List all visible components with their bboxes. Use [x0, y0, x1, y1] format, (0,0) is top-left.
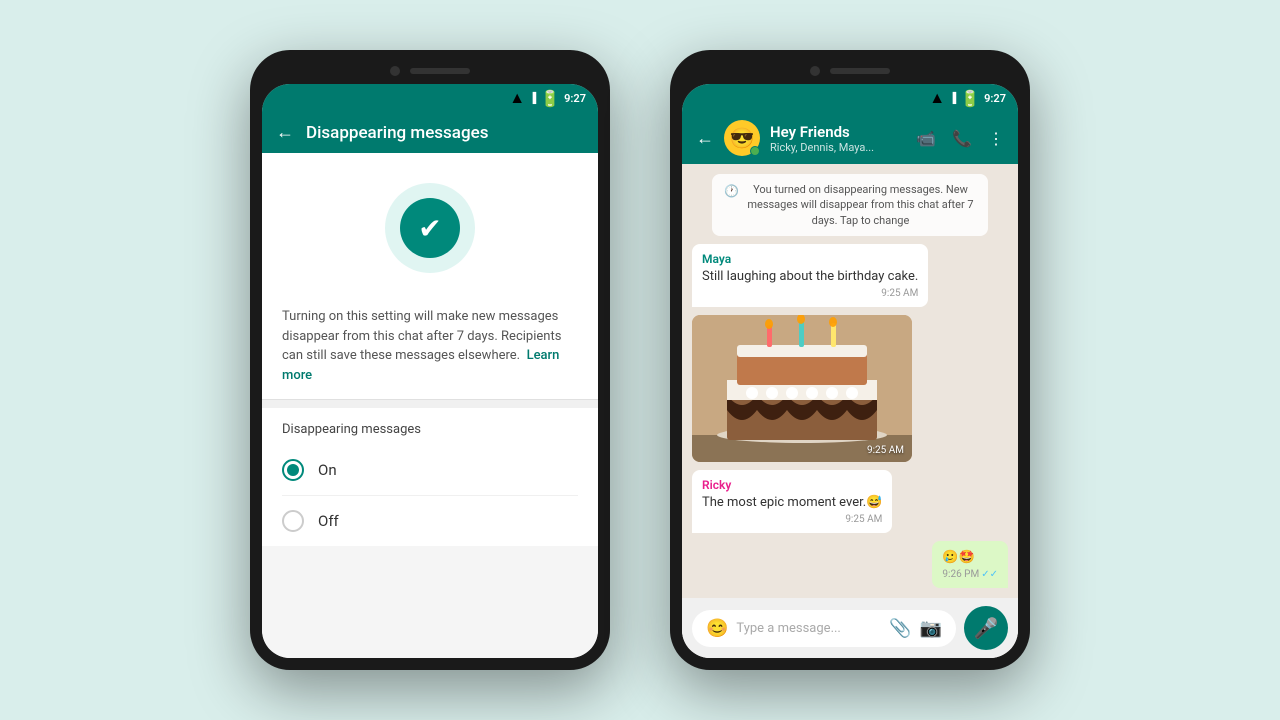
- attach-button[interactable]: 📎: [889, 618, 911, 639]
- radio-off-label: Off: [318, 512, 339, 530]
- phone-camera: [390, 66, 400, 76]
- chat-back-button[interactable]: ←: [696, 128, 714, 149]
- sent-time: 9:26 PM ✓✓: [942, 569, 998, 580]
- chat-toolbar-icons: 📹 📞 ⋮: [916, 129, 1004, 148]
- online-indicator: [750, 146, 760, 156]
- status-time-settings: 9:27: [564, 92, 586, 105]
- read-ticks: ✓✓: [981, 569, 998, 580]
- settings-content: ✔ Turning on this setting will make new …: [262, 153, 598, 658]
- message-time-maya: 9:25 AM: [702, 288, 918, 299]
- radio-on-circle[interactable]: [282, 459, 304, 481]
- chat-input-bar: 😊 Type a message... 📎 📷 🎤: [682, 598, 1018, 658]
- system-message-text: You turned on disappearing messages. New…: [745, 182, 976, 228]
- chat-header: ← 😎 Hey Friends Ricky, Dennis, Maya... 📹…: [682, 112, 1018, 164]
- chat-content: 🕐 You turned on disappearing messages. N…: [682, 164, 1018, 658]
- message-sender-maya: Maya: [702, 252, 918, 266]
- status-bar-chat: ▲ ▐ 🔋 9:27: [682, 84, 1018, 112]
- more-options-icon[interactable]: ⋮: [988, 129, 1004, 148]
- camera-button[interactable]: 📷: [920, 618, 942, 639]
- system-message[interactable]: 🕐 You turned on disappearing messages. N…: [712, 174, 988, 236]
- mic-icon: 🎤: [974, 616, 999, 640]
- cake-svg: [692, 315, 912, 461]
- cake-image: [692, 315, 912, 461]
- phone-top-bar-chat: [682, 62, 1018, 84]
- status-bar-settings: ▲ ▐ 🔋 9:27: [262, 84, 598, 112]
- message-maya: Maya Still laughing about the birthday c…: [692, 244, 928, 307]
- signal-icon-chat: ▐: [949, 93, 956, 104]
- phone-screen-settings: ▲ ▐ 🔋 9:27 ← Disappearing messages ✔: [262, 84, 598, 658]
- chat-group-name: Hey Friends: [770, 123, 906, 141]
- mic-button[interactable]: 🎤: [964, 606, 1008, 650]
- timer-icon: ✔: [400, 198, 460, 258]
- message-text-ricky: The most epic moment ever.😅: [702, 494, 882, 512]
- radio-off-option[interactable]: Off: [282, 496, 578, 546]
- icon-area: ✔: [262, 153, 598, 293]
- chat-group-subtitle: Ricky, Dennis, Maya...: [770, 141, 906, 154]
- phone-speaker-chat: [830, 68, 890, 74]
- phone-screen-chat: ▲ ▐ 🔋 9:27 ← 😎 Hey Friends Ricky, Dennis…: [682, 84, 1018, 658]
- system-message-icon: 🕐: [724, 183, 739, 200]
- radio-off-circle[interactable]: [282, 510, 304, 532]
- image-time: 9:25 AM: [867, 445, 904, 456]
- battery-icon: 🔋: [540, 89, 560, 108]
- message-ricky: Ricky The most epic moment ever.😅 9:25 A…: [692, 470, 892, 533]
- emoji-button[interactable]: 😊: [706, 618, 728, 639]
- status-icons-chat: ▲ ▐ 🔋: [929, 88, 980, 108]
- status-icons: ▲ ▐ 🔋: [509, 88, 560, 108]
- message-sender-ricky: Ricky: [702, 478, 882, 492]
- phone-speaker: [410, 68, 470, 74]
- scene: ▲ ▐ 🔋 9:27 ← Disappearing messages ✔: [250, 50, 1030, 670]
- toolbar-settings: ← Disappearing messages: [262, 112, 598, 153]
- settings-description: Turning on this setting will make new me…: [262, 293, 598, 400]
- chat-info: Hey Friends Ricky, Dennis, Maya...: [770, 123, 906, 154]
- signal-icon: ▐: [529, 93, 536, 104]
- message-sent: 🥲🤩 9:26 PM ✓✓: [932, 541, 1008, 588]
- chat-messages: 🕐 You turned on disappearing messages. N…: [682, 164, 1018, 598]
- radio-on-inner: [287, 464, 299, 476]
- section-title: Disappearing messages: [262, 408, 598, 445]
- phone-settings: ▲ ▐ 🔋 9:27 ← Disappearing messages ✔: [250, 50, 610, 670]
- chat-input-pill[interactable]: 😊 Type a message... 📎 📷: [692, 610, 956, 647]
- wifi-icon: ▲: [509, 88, 525, 108]
- phone-call-icon[interactable]: 📞: [952, 129, 972, 148]
- phone-top-bar: [262, 62, 598, 84]
- radio-on-label: On: [318, 461, 337, 479]
- settings-options: On Off: [262, 445, 598, 546]
- timer-icon-circle: ✔: [385, 183, 475, 273]
- phone-chat: ▲ ▐ 🔋 9:27 ← 😎 Hey Friends Ricky, Dennis…: [670, 50, 1030, 670]
- settings-divider: [262, 400, 598, 408]
- image-message: 9:25 AM: [692, 315, 912, 461]
- message-time-ricky: 9:25 AM: [702, 514, 882, 525]
- sent-text: 🥲🤩: [942, 549, 998, 567]
- wifi-icon-chat: ▲: [929, 88, 945, 108]
- phone-camera-chat: [810, 66, 820, 76]
- chat-avatar: 😎: [724, 120, 760, 156]
- message-input[interactable]: Type a message...: [736, 621, 881, 636]
- radio-on-option[interactable]: On: [282, 445, 578, 496]
- description-text: Turning on this setting will make new me…: [282, 309, 561, 363]
- toolbar-title-settings: Disappearing messages: [306, 123, 584, 143]
- back-button-settings[interactable]: ←: [276, 122, 294, 143]
- video-call-icon[interactable]: 📹: [916, 129, 936, 148]
- message-text-maya: Still laughing about the birthday cake.: [702, 268, 918, 286]
- status-time-chat: 9:27: [984, 92, 1006, 105]
- battery-icon-chat: 🔋: [960, 89, 980, 108]
